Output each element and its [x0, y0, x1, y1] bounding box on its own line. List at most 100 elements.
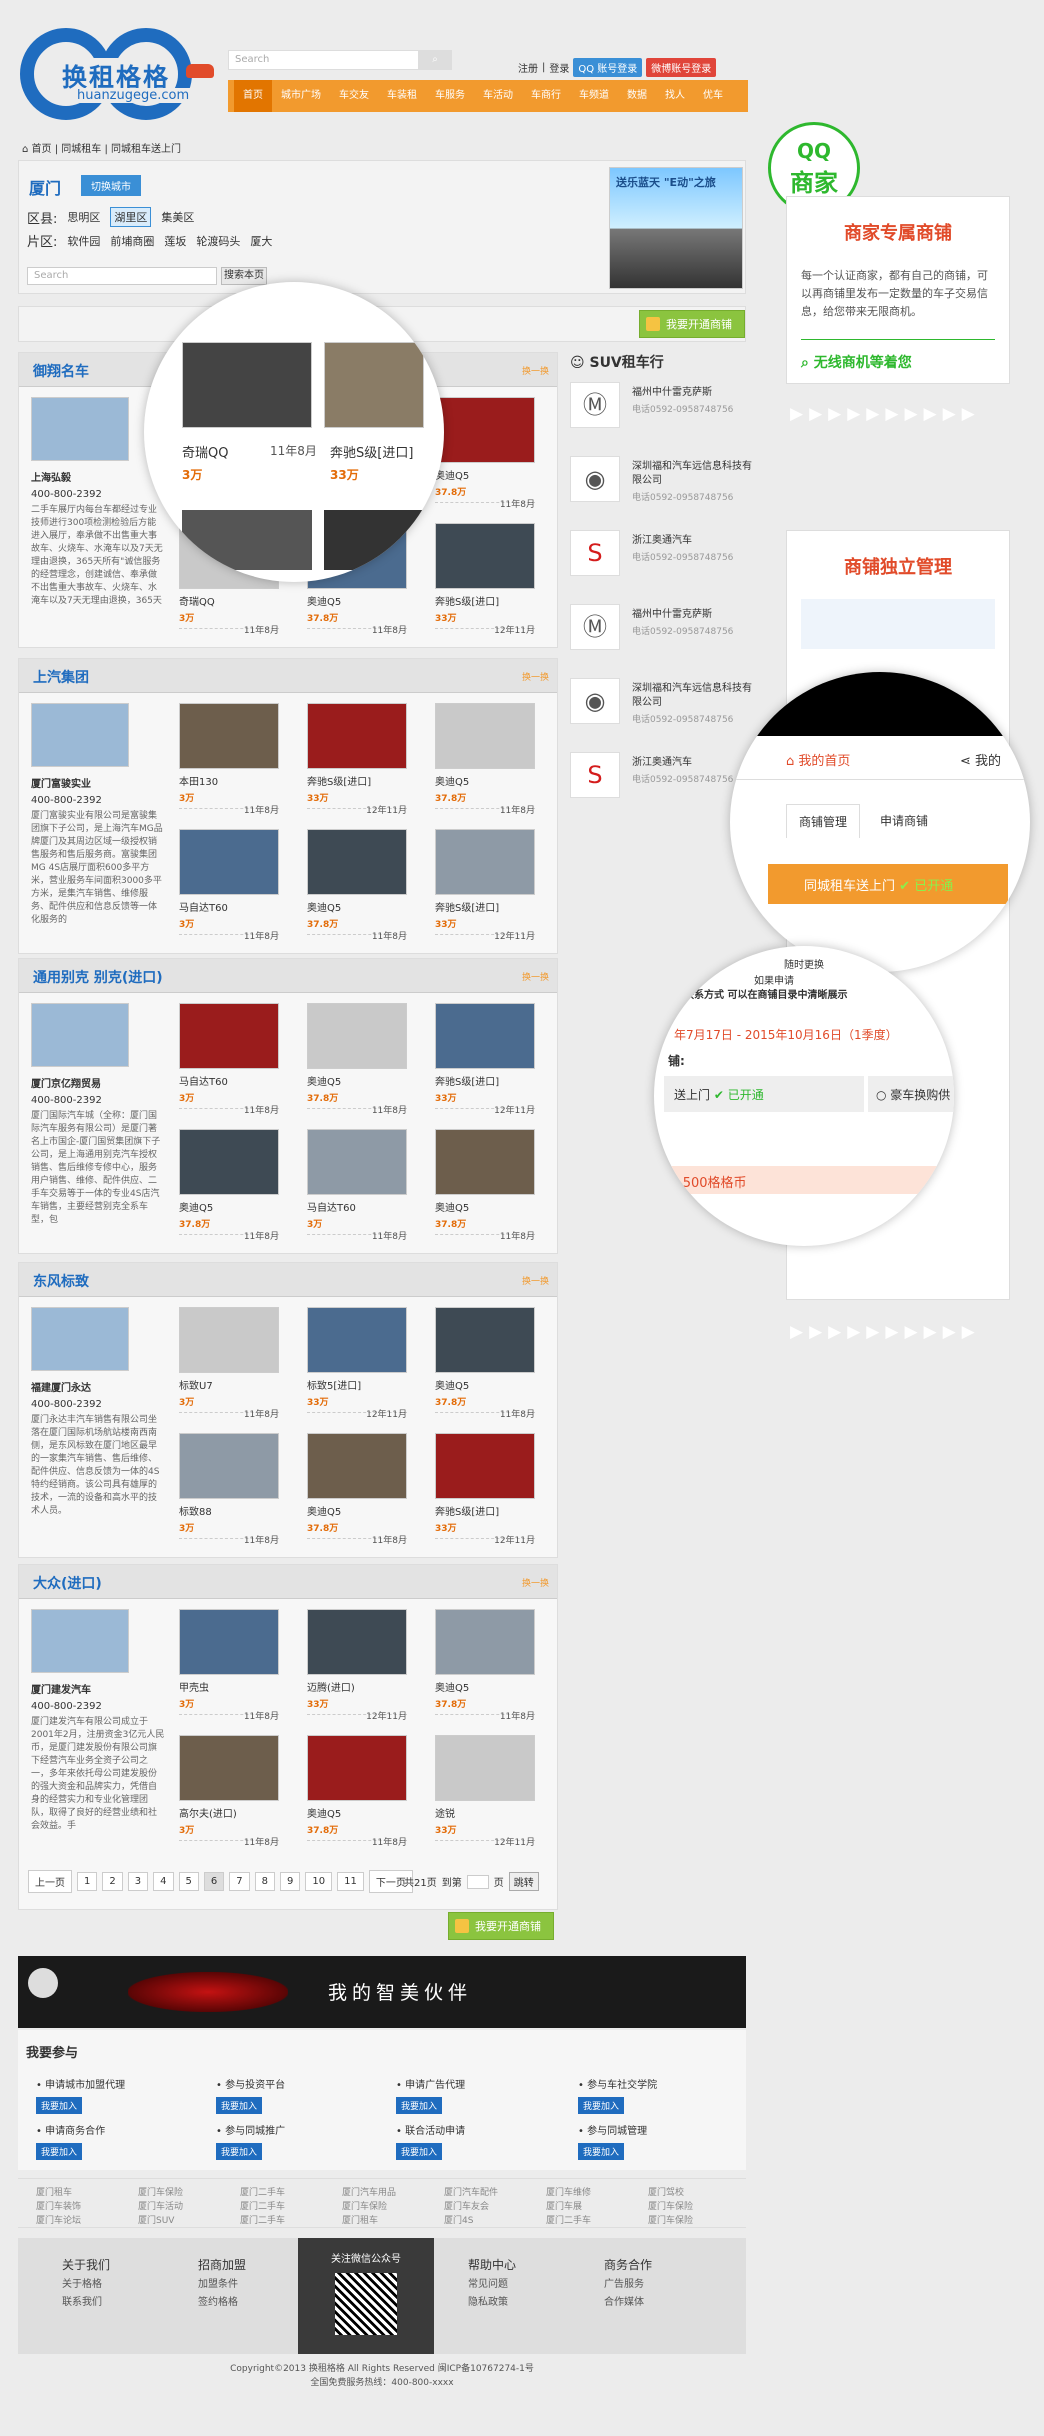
dealer-name[interactable]: 厦门富骏实业 — [31, 775, 165, 790]
suv-dealer-item[interactable]: ◉ 深圳福和汽车远信息科技有限公司 电话0592-0958748756 — [570, 678, 752, 742]
car-photo[interactable] — [179, 1735, 279, 1801]
car-photo[interactable] — [435, 1433, 535, 1499]
area-option[interactable]: 轮渡码头 — [196, 233, 240, 249]
car-name[interactable]: 奔驰S级[进口] — [435, 1073, 535, 1088]
car-card[interactable]: 奥迪Q5 37.8万 11年8月 — [435, 703, 535, 816]
district-option[interactable]: 湖里区 — [110, 207, 152, 227]
footer-link[interactable]: 厦门车保险 — [648, 2199, 693, 2212]
refresh-link[interactable]: 换一换 — [522, 970, 549, 983]
car-card[interactable]: 标致U7 3万 11年8月 — [179, 1307, 279, 1420]
page-link[interactable]: 7 — [229, 1872, 250, 1891]
qq-login-button[interactable]: QQ 账号登录 — [573, 58, 643, 77]
car-name[interactable]: 奥迪Q5 — [435, 467, 535, 482]
car-photo[interactable] — [179, 1609, 279, 1675]
car-photo[interactable] — [307, 1609, 407, 1675]
car-photo[interactable] — [179, 1129, 279, 1195]
join-item-label[interactable]: 申请商务合作 — [45, 2126, 105, 2137]
page-link[interactable]: 11 — [337, 1872, 364, 1891]
ad-image[interactable]: 送乐蓝天 "E动"之旅 — [609, 167, 743, 289]
footer-link[interactable]: 厦门车保险 — [648, 2213, 693, 2226]
car-photo[interactable] — [307, 1433, 407, 1499]
suv-dealer-item[interactable]: Ⓜ 福州中什雷克萨斯 电话0592-0958748756 — [570, 604, 750, 668]
car-name[interactable]: 奥迪Q5 — [435, 1199, 535, 1214]
join-item-label[interactable]: 参与投资平台 — [225, 2080, 285, 2091]
tab-manage[interactable]: 商铺管理 — [786, 804, 861, 838]
car-photo[interactable] — [307, 829, 407, 895]
car-photo[interactable] — [435, 397, 535, 463]
footer-link[interactable]: 厦门二手车 — [240, 2213, 285, 2226]
car-name[interactable]: 奥迪Q5 — [307, 1073, 407, 1088]
suv-dealer-name[interactable]: 福州中什雷克萨斯 — [632, 386, 752, 400]
join-button[interactable]: 我要加入 — [216, 2143, 262, 2160]
car-card[interactable]: 奥迪Q5 37.8万 11年8月 — [435, 397, 535, 510]
car-photo[interactable] — [435, 1003, 535, 1069]
search-button[interactable]: ⌕ — [418, 50, 452, 70]
nav-item[interactable]: 数据 — [618, 80, 656, 112]
car-name[interactable]: 本田130 — [179, 773, 279, 788]
footer-col-link[interactable]: 联系我们 — [62, 2297, 102, 2308]
car-photo[interactable] — [179, 829, 279, 895]
footer-link[interactable]: 厦门SUV — [138, 2213, 174, 2226]
car-photo[interactable] — [435, 703, 535, 769]
car-name[interactable]: 奥迪Q5 — [307, 1805, 407, 1820]
car-card[interactable]: 途锐 33万 12年11月 — [435, 1735, 535, 1848]
car-name[interactable]: 奥迪Q5 — [179, 1199, 279, 1214]
car-card[interactable]: 奔驰S级[进口] 33万 12年11月 — [435, 1433, 535, 1546]
weibo-login-button[interactable]: 微博账号登录 — [646, 58, 717, 77]
join-item-label[interactable]: 参与车社交学院 — [587, 2080, 657, 2091]
section-title[interactable]: 上汽集团 — [33, 667, 89, 687]
car-card[interactable]: 马自达T60 3万 11年8月 — [179, 1003, 279, 1116]
open-shop-button-bottom[interactable]: 我要开通商铺 — [448, 1912, 554, 1940]
join-button[interactable]: 我要加入 — [578, 2143, 624, 2160]
car-card[interactable]: 马自达T60 3万 11年8月 — [179, 829, 279, 942]
nav-item[interactable]: 车服务 — [426, 80, 474, 112]
join-button[interactable]: 我要加入 — [36, 2143, 82, 2160]
nav-item[interactable]: 车商行 — [522, 80, 570, 112]
panel-link[interactable]: 无线商机等着您 — [814, 355, 912, 371]
area-option[interactable]: 前埔商圈 — [110, 233, 154, 249]
car-card[interactable]: 奥迪Q5 37.8万 11年8月 — [307, 1735, 407, 1848]
dealer-logo[interactable] — [31, 703, 129, 767]
nav-item[interactable]: 车活动 — [474, 80, 522, 112]
radio-icon[interactable]: ○ — [876, 1088, 890, 1102]
car-name[interactable]: 标致5[进口] — [307, 1377, 407, 1392]
area-option[interactable]: 莲坂 — [164, 233, 186, 249]
car-name[interactable]: 标致88 — [179, 1503, 279, 1518]
car-photo[interactable] — [435, 1735, 535, 1801]
join-item-label[interactable]: 参与同城推广 — [225, 2126, 285, 2137]
ad-banner[interactable]: 我的智美伙伴 — [18, 1956, 746, 2028]
join-button[interactable]: 我要加入 — [578, 2097, 624, 2114]
car-photo[interactable] — [307, 1735, 407, 1801]
suv-dealer-item[interactable]: S 浙江奥通汽车 电话0592-0958748756 — [570, 530, 750, 594]
car-card[interactable]: 马自达T60 3万 11年8月 — [307, 1129, 407, 1242]
car-name[interactable]: 马自达T60 — [307, 1199, 407, 1214]
nav-item[interactable]: 车交友 — [330, 80, 378, 112]
suv-dealer-item[interactable]: S 浙江奥通汽车 电话0592-0958748756 — [570, 752, 750, 816]
area-option[interactable]: 厦大 — [250, 233, 272, 249]
section-title[interactable]: 大众(进口) — [33, 1573, 102, 1593]
car-card[interactable]: 奔驰S级[进口] 33万 12年11月 — [435, 829, 535, 942]
car-name[interactable]: 奥迪Q5 — [307, 899, 407, 914]
footer-col-link[interactable]: 合作媒体 — [604, 2297, 644, 2308]
car-photo[interactable] — [435, 523, 535, 589]
dealer-name[interactable]: 厦门建发汽车 — [31, 1681, 165, 1696]
footer-link[interactable]: 厦门车活动 — [138, 2199, 183, 2212]
car-photo[interactable] — [307, 1003, 407, 1069]
breadcrumb-item[interactable]: 同城租车 — [61, 144, 101, 155]
prev-page-button[interactable]: 上一页 — [28, 1870, 72, 1893]
join-button[interactable]: 我要加入 — [396, 2097, 442, 2114]
car-photo[interactable] — [307, 703, 407, 769]
car-card[interactable]: 奔驰S级[进口] 33万 12年11月 — [307, 703, 407, 816]
car-name[interactable]: 奔驰S级[进口] — [435, 899, 535, 914]
login-link[interactable]: 登录 — [549, 60, 569, 75]
district-option[interactable]: 集美区 — [161, 209, 194, 225]
footer-link[interactable]: 厦门租车 — [342, 2213, 378, 2226]
suv-dealer-name[interactable]: 深圳福和汽车远信息科技有限公司 — [632, 460, 752, 488]
suv-dealer-name[interactable]: 福州中什雷克萨斯 — [632, 608, 752, 622]
car-photo[interactable] — [307, 1129, 407, 1195]
car-name[interactable]: 奥迪Q5 — [307, 593, 407, 608]
register-link[interactable]: 注册 — [518, 60, 538, 75]
page-number-input[interactable] — [466, 1874, 489, 1889]
car-photo[interactable] — [435, 1609, 535, 1675]
car-name[interactable]: 奥迪Q5 — [307, 1503, 407, 1518]
